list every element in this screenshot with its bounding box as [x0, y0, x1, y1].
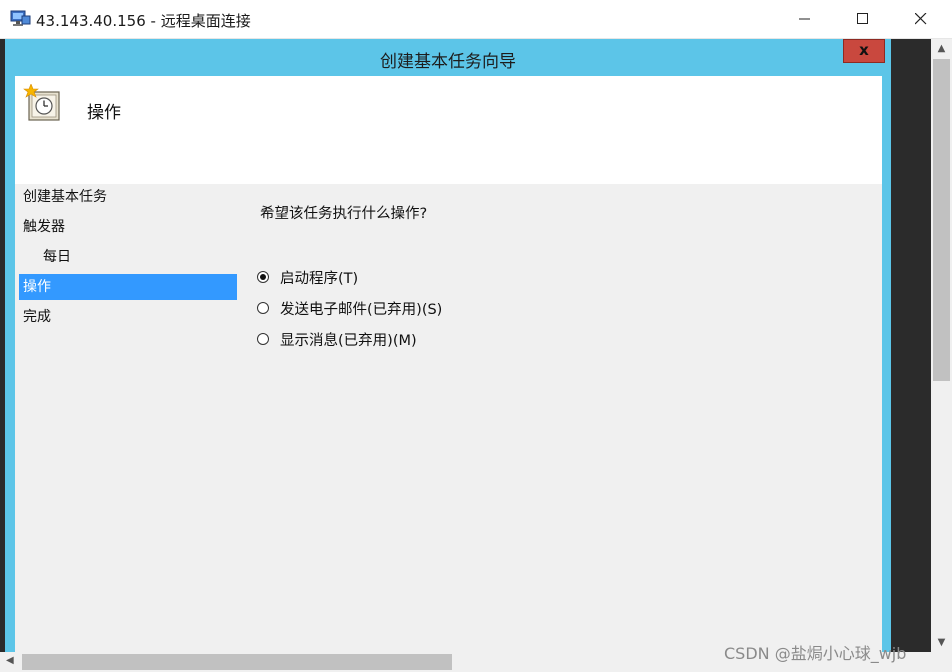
nav-item-create-basic-task[interactable]: 创建基本任务 [19, 184, 237, 210]
radio-button-checked[interactable] [257, 271, 269, 283]
maximize-button[interactable] [840, 0, 886, 38]
wizard-step-title: 操作 [87, 103, 121, 123]
vertical-scrollbar[interactable]: ▲ ▼ [931, 39, 952, 653]
minimize-icon [799, 18, 810, 20]
radio-button[interactable] [257, 302, 269, 314]
radio-button[interactable] [257, 333, 269, 345]
nav-item-trigger[interactable]: 触发器 [19, 214, 237, 240]
rdp-title-bar: 43.143.40.156 - 远程桌面连接 [0, 0, 952, 39]
nav-item-daily[interactable]: 每日 [19, 244, 237, 270]
watermark: CSDN @盐焗小心球_wjb [724, 644, 907, 663]
remote-desktop-icon [9, 9, 31, 29]
task-clock-icon [23, 83, 63, 124]
scroll-left-arrow-icon[interactable]: ◀ [6, 655, 14, 666]
nav-item-action[interactable]: 操作 [19, 274, 237, 300]
scroll-up-arrow-icon[interactable]: ▲ [936, 43, 947, 54]
wizard-body: 创建基本任务 触发器 每日 操作 完成 希望该任务执行什么操作? 启动程序(T)… [15, 184, 882, 672]
nav-item-finish[interactable]: 完成 [19, 304, 237, 330]
wizard-close-label: x [859, 41, 869, 59]
action-question: 希望该任务执行什么操作? [260, 206, 428, 222]
close-icon [915, 13, 927, 25]
wizard-close-button[interactable]: x [843, 39, 885, 63]
minimize-button[interactable] [782, 0, 828, 38]
create-basic-task-wizard: 创建基本任务向导 x 操作 创建基本任务 触发器 每日 操作 完成 希望该任务执… [5, 39, 891, 672]
scroll-down-arrow-icon[interactable]: ▼ [936, 637, 947, 648]
option-label: 启动程序(T) [280, 271, 359, 287]
window-close-button[interactable] [898, 0, 944, 38]
option-label: 显示消息(已弃用)(M) [280, 333, 417, 349]
option-label: 发送电子邮件(已弃用)(S) [280, 302, 443, 318]
remote-desktop-area: 创建基本任务向导 x 操作 创建基本任务 触发器 每日 操作 完成 希望该任务执… [0, 39, 952, 672]
horizontal-scroll-thumb[interactable] [22, 654, 452, 670]
wizard-title: 创建基本任务向导 [380, 52, 516, 72]
scrollbar-corner [931, 652, 952, 672]
wizard-header: 操作 [15, 76, 882, 184]
maximize-icon [857, 13, 868, 24]
rdp-window-title: 43.143.40.156 - 远程桌面连接 [36, 12, 251, 30]
vertical-scroll-thumb[interactable] [933, 59, 950, 381]
